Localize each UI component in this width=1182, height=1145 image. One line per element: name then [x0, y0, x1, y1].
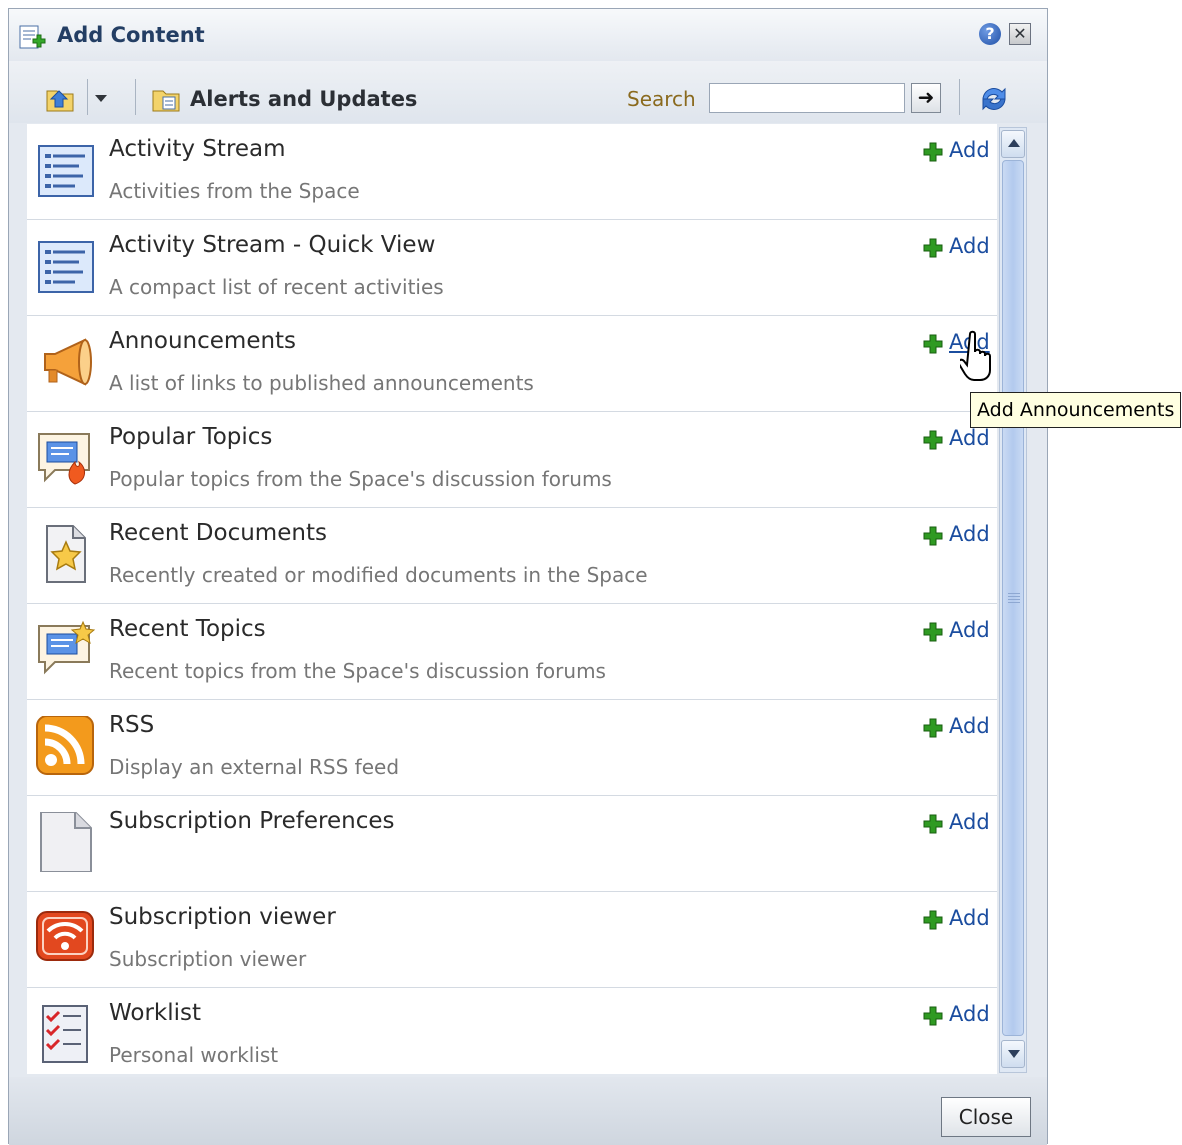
activity-stream-icon [38, 241, 94, 293]
recent-topics-icon [38, 620, 96, 675]
plus-icon [923, 718, 943, 738]
item-title: Subscription Preferences [109, 808, 395, 834]
add-link[interactable]: Add [949, 1002, 990, 1026]
folder-up-icon[interactable] [45, 85, 79, 115]
vertical-scrollbar[interactable] [999, 127, 1027, 1073]
item-title: RSS [109, 712, 155, 738]
hand-cursor-icon [960, 330, 991, 381]
chevron-down-icon [1008, 1050, 1020, 1058]
megaphone-icon [44, 338, 92, 386]
worklist-icon [42, 1005, 88, 1063]
add-link[interactable]: Add [949, 714, 990, 738]
blank-document-icon [40, 812, 92, 872]
item-title: Activity Stream [109, 136, 286, 162]
add-link[interactable]: Add [949, 522, 990, 546]
plus-icon [923, 622, 943, 642]
dialog-title: Add Content [57, 23, 205, 47]
plus-icon [923, 814, 943, 834]
item-title: Announcements [109, 328, 297, 354]
breadcrumb: Alerts and Updates [190, 87, 418, 111]
add-link[interactable]: Add [949, 906, 990, 930]
list-item: Subscription Preferences Add [27, 796, 997, 892]
tooltip: Add Announcements [970, 392, 1182, 428]
plus-icon [923, 334, 943, 354]
list-item: RSS Display an external RSS feed Add [27, 700, 997, 796]
close-button[interactable]: Close [941, 1097, 1031, 1137]
list-item: Recent Topics Recent topics from the Spa… [27, 604, 997, 700]
add-link[interactable]: Add [949, 234, 990, 258]
item-title: Recent Topics [109, 616, 266, 642]
item-description: Activities from the Space [109, 179, 360, 203]
dialog-titlebar: Add Content ? ✕ [9, 9, 1047, 61]
search-label: Search [627, 87, 696, 111]
list-item: Activity Stream - Quick View A compact l… [27, 220, 997, 316]
add-link[interactable]: Add [949, 138, 990, 162]
plus-icon [923, 430, 943, 450]
popular-topics-icon [38, 433, 90, 485]
plus-icon [923, 910, 943, 930]
item-title: Recent Documents [109, 520, 327, 546]
list-item: Recent Documents Recently created or mod… [27, 508, 997, 604]
item-title: Subscription viewer [109, 904, 336, 930]
list-item: Announcements A list of links to publish… [27, 316, 997, 412]
chevron-down-icon[interactable] [95, 95, 107, 102]
close-icon[interactable]: ✕ [1009, 23, 1031, 45]
list-item: Popular Topics Popular topics from the S… [27, 412, 997, 508]
scroll-down-button[interactable] [1001, 1040, 1025, 1068]
add-link[interactable]: Add [949, 618, 990, 642]
add-content-icon [19, 25, 46, 49]
add-content-dialog: Add Content ? ✕ Alerts and Updates Searc… [8, 8, 1048, 1145]
item-description: Personal worklist [109, 1043, 279, 1067]
rss-icon [36, 716, 94, 775]
toolbar-separator [87, 79, 88, 115]
item-description: Recently created or modified documents i… [109, 563, 648, 587]
search-go-button[interactable]: ➜ [911, 83, 941, 113]
item-description: Popular topics from the Space's discussi… [109, 467, 612, 491]
scroll-up-button[interactable] [1001, 130, 1025, 158]
item-title: Worklist [109, 1000, 202, 1026]
dialog-footer: Close [9, 1077, 1047, 1145]
plus-icon [923, 238, 943, 258]
scrollbar-thumb[interactable] [1002, 160, 1024, 1036]
list-item: Subscription viewer Subscription viewer … [27, 892, 997, 988]
toolbar-separator [959, 79, 960, 115]
content-list: Activity Stream Activities from the Spac… [27, 124, 997, 1074]
add-link[interactable]: Add [949, 810, 990, 834]
search-input[interactable] [709, 83, 905, 113]
item-title: Popular Topics [109, 424, 273, 450]
list-item: Activity Stream Activities from the Spac… [27, 124, 997, 220]
list-item: Worklist Personal worklist Add [27, 988, 997, 1074]
item-description: Recent topics from the Space's discussio… [109, 659, 606, 683]
subscription-viewer-icon [36, 911, 94, 961]
toolbar: Alerts and Updates Search ➜ [9, 61, 1047, 123]
folder-icon [152, 90, 180, 112]
plus-icon [923, 1006, 943, 1026]
item-title: Activity Stream - Quick View [109, 232, 436, 258]
refresh-icon[interactable] [977, 83, 1011, 115]
help-icon[interactable]: ? [979, 23, 1001, 45]
scrollbar-grip [1008, 593, 1020, 605]
item-description: A list of links to published announcemen… [109, 371, 534, 395]
item-description: A compact list of recent activities [109, 275, 444, 299]
item-description: Subscription viewer [109, 947, 307, 971]
add-link[interactable]: Add [949, 426, 990, 450]
plus-icon [923, 526, 943, 546]
recent-documents-icon [46, 525, 86, 583]
toolbar-separator [135, 79, 136, 115]
chevron-up-icon [1008, 139, 1020, 147]
plus-icon [923, 142, 943, 162]
item-description: Display an external RSS feed [109, 755, 400, 779]
activity-stream-icon [38, 145, 94, 197]
